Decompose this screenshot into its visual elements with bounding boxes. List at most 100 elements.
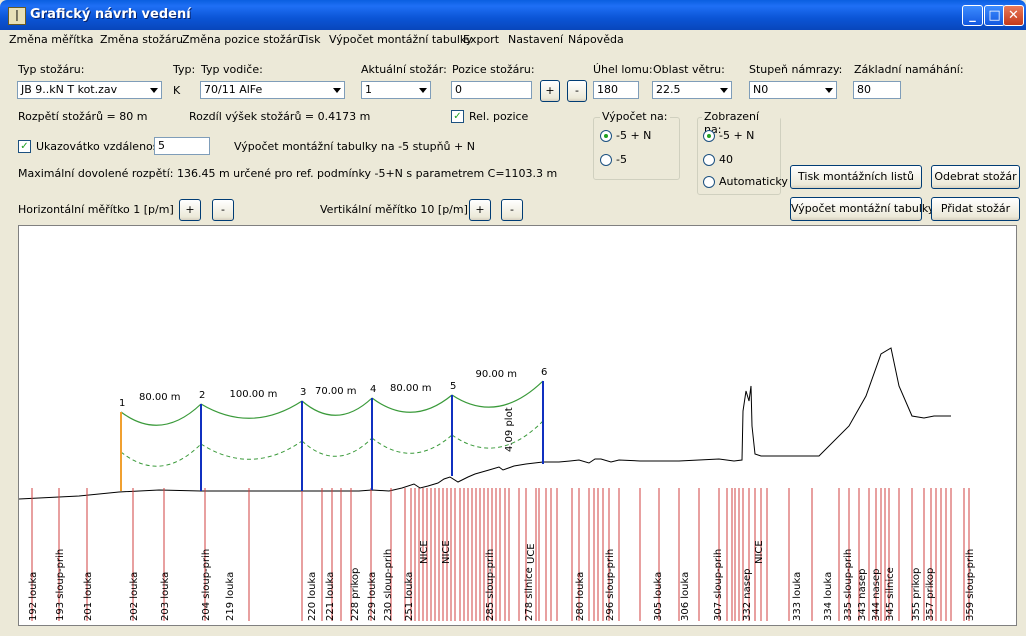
uhel-lomu-input[interactable]: 180 <box>593 81 639 99</box>
terrain-label: 204 sloup-prih <box>201 549 212 621</box>
sag-curve-dashed <box>120 443 202 467</box>
zobrazeni-radio-40[interactable] <box>703 154 715 166</box>
sag-curve <box>301 397 373 416</box>
oblast-vetru-value: 22.5 <box>656 83 681 96</box>
terrain-label: 278 silnice <box>524 567 535 621</box>
close-button[interactable]: ✕ <box>1003 5 1024 26</box>
chevron-down-icon[interactable] <box>821 82 836 98</box>
menu-tisk[interactable]: Tisk <box>299 33 321 46</box>
rel-pozice-checkbox[interactable]: ✓ <box>451 110 464 123</box>
towers <box>120 381 544 491</box>
minimize-button[interactable]: _ <box>962 5 983 26</box>
terrain-label: 332 nasep <box>742 569 753 621</box>
tower-label: 1 <box>119 398 125 409</box>
rozpeti-info: Rozpětí stožárů = 80 m <box>18 110 148 123</box>
chevron-down-icon[interactable] <box>146 82 161 98</box>
zobrazeni-radio-auto[interactable] <box>703 176 715 188</box>
tower-label: 6 <box>541 367 547 378</box>
typ-vodice-value: 70/11 AlFe <box>204 83 263 96</box>
stupen-namrazy-select[interactable]: N0 <box>749 81 837 99</box>
terrain-label: 192 louka <box>28 572 39 621</box>
terrain-label: 334 louka <box>823 572 834 621</box>
pridat-stozar-button[interactable]: Přidat stožár <box>931 197 1020 221</box>
vypocet-option-5: -5 <box>616 153 627 166</box>
crossing-label: NICE <box>754 540 765 564</box>
tisk-montaznich-listu-button[interactable]: Tisk montážních listů <box>790 165 922 189</box>
sag-curve <box>200 400 303 419</box>
pozice-stozaru-input[interactable]: 0 <box>451 81 532 99</box>
max-rozpeti-info: Maximální dovolené rozpětí: 136.45 m urč… <box>18 167 558 180</box>
terrain-label: 220 louka <box>307 572 318 621</box>
odebrat-stozar-button[interactable]: Odebrat stožár <box>931 165 1020 189</box>
terrain-label: 343 nasep <box>857 569 868 621</box>
menu-nastaveni[interactable]: Nastavení <box>508 33 563 46</box>
aktualni-stozar-label: Aktuální stožár: <box>361 63 447 76</box>
span-label: 80.00 m <box>390 383 432 394</box>
vypocet-radio-5n[interactable] <box>600 130 612 142</box>
rozdil-vysek-info: Rozdíl výšek stožárů = 0.4173 m <box>189 110 371 123</box>
sag-curve-dashed <box>301 437 373 457</box>
zobrazeni-radio-5n[interactable] <box>703 130 715 142</box>
terrain-label: 344 nasep <box>871 569 882 621</box>
zakladni-namahani-label: Základní namáhání: <box>854 63 964 76</box>
stupen-namrazy-label: Stupeň námrazy: <box>749 63 843 76</box>
maximize-button[interactable]: □ <box>984 5 1005 26</box>
vypocet-montazni-tabulky-button[interactable]: Výpočet montážní tabulky <box>790 197 934 221</box>
title-bar: ⼁ Grafický návrh vedení _ □ ✕ <box>0 0 1026 30</box>
terrain-label: 359 sloup-prih <box>965 549 976 621</box>
terrain-label: 307 sloup-prih <box>713 549 724 621</box>
vertical-minus-button[interactable]: - <box>501 199 523 221</box>
sag-curve <box>120 403 202 426</box>
terrain-labels: 192 louka 193 sloup-prih 201 louka 202 louk… <box>28 540 976 621</box>
terrain-label: 221 louka <box>325 572 336 621</box>
menu-napoveda[interactable]: Nápověda <box>568 33 624 46</box>
vertical-plus-button[interactable]: + <box>469 199 491 221</box>
terrain-label: 335 sloup-prih <box>843 549 854 621</box>
ukazovatko-input[interactable]: 5 <box>154 137 210 155</box>
zakladni-namahani-input[interactable]: 80 <box>853 81 901 99</box>
vypocet-radio-5[interactable] <box>600 154 612 166</box>
terrain-label: 345 silnice <box>885 567 896 621</box>
span-label: 80.00 m <box>139 392 181 403</box>
pozice-stozaru-label: Pozice stožáru: <box>452 63 535 76</box>
chevron-down-icon[interactable] <box>716 82 731 98</box>
typ-value: K <box>173 84 181 97</box>
zobrazeni-option-auto: Automaticky <box>719 175 788 188</box>
vypocet-na-title: Výpočet na: <box>600 110 670 123</box>
menu-export[interactable]: Export <box>463 33 499 46</box>
horizontal-minus-button[interactable]: - <box>212 199 234 221</box>
profile-canvas[interactable]: 1 2 3 4 5 6 80.00 m 100.00 m 70.00 m 80.00 m 90.00… <box>18 225 1017 626</box>
tower-label: 5 <box>450 381 456 392</box>
typ-stozaru-label: Typ stožáru: <box>18 63 85 76</box>
typ-stozaru-select[interactable]: JB 9..kN T kot.zav <box>17 81 162 99</box>
zobrazeni-na-group: Zobrazení na: -5 + N 40 Automaticky <box>697 110 788 195</box>
vypocet-na-group: Výpočet na: -5 + N -5 <box>593 110 680 180</box>
oblast-vetru-select[interactable]: 22.5 <box>652 81 732 99</box>
menu-vypocet[interactable]: Výpočet montážní tabulky <box>329 33 472 46</box>
sag-curve-dashed <box>200 440 303 460</box>
menu-zmena-meritka[interactable]: Změna měřítka <box>9 33 94 46</box>
ukazovatko-checkbox[interactable]: ✓ <box>18 140 31 153</box>
chevron-down-icon[interactable] <box>329 82 344 98</box>
sag-curve-dashed <box>451 420 544 449</box>
pozice-plus-button[interactable]: + <box>540 80 560 102</box>
sag-curve-dashed <box>371 434 453 454</box>
typ-stozaru-value: JB 9..kN T kot.zav <box>21 83 118 96</box>
terrain-label: 305 louka <box>653 572 664 621</box>
sag-curve <box>451 380 544 408</box>
plot-annotation: 4.09 plot <box>504 407 515 452</box>
ukazovatko-label: Ukazovátko vzdálenosti <box>36 140 166 153</box>
annotations: 1 2 3 4 5 6 80.00 m 100.00 m 70.00 m 80.00 m 90.00… <box>119 367 547 452</box>
chevron-down-icon[interactable] <box>415 82 430 98</box>
pozice-minus-button[interactable]: - <box>567 80 587 102</box>
menu-zmena-pozice[interactable]: Změna pozice stožáru <box>182 33 304 46</box>
terrain-label: 203 louka <box>160 572 171 621</box>
typ-label: Typ: <box>173 63 196 76</box>
horizontal-plus-button[interactable]: + <box>179 199 201 221</box>
zobrazeni-option-40: 40 <box>719 153 733 166</box>
typ-vodice-select[interactable]: 70/11 AlFe <box>200 81 345 99</box>
menu-zmena-stozaru[interactable]: Změna stožáru <box>100 33 183 46</box>
aktualni-stozar-value: 1 <box>365 83 372 96</box>
aktualni-stozar-select[interactable]: 1 <box>361 81 431 99</box>
typ-vodice-label: Typ vodiče: <box>201 63 263 76</box>
